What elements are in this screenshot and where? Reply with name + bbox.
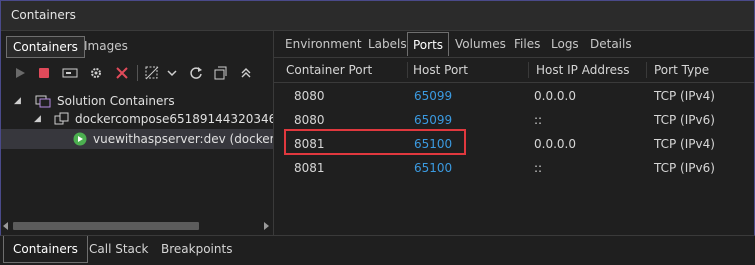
containers-toolbar (7, 62, 269, 84)
cell-port-type: TCP (IPv4) (654, 89, 715, 103)
header-host-ip-address[interactable]: Host IP Address (536, 58, 630, 82)
settings-cog-icon[interactable] (85, 62, 107, 84)
running-status-icon (73, 132, 87, 149)
cell-container-port: 8080 (294, 89, 325, 103)
left-pane: Containers Images ◢ Solution Containers … (1, 31, 274, 235)
stop-icon[interactable] (33, 62, 55, 84)
refresh-icon[interactable] (185, 62, 207, 84)
cell-host-port-link[interactable]: 65100 (414, 156, 452, 180)
scroll-left-arrow-icon[interactable] (3, 222, 8, 230)
tree-label-solution-containers: Solution Containers (57, 94, 175, 108)
tab-labels[interactable]: Labels (363, 32, 412, 56)
cell-port-type: TCP (IPv6) (654, 161, 715, 175)
cell-host-ip: :: (534, 113, 543, 127)
cell-container-port: 8081 (294, 161, 325, 175)
tab-details[interactable]: Details (585, 32, 637, 56)
start-icon[interactable] (9, 62, 31, 84)
tree-node-solution-containers[interactable]: ◢ Solution Containers (1, 91, 273, 111)
cell-host-port-link[interactable]: 65099 (414, 84, 452, 108)
bottom-tab-strip: Containers Call Stack Breakpoints (0, 236, 755, 265)
bottom-tab-breakpoints[interactable]: Breakpoints (152, 236, 241, 262)
expand-triangle-icon[interactable]: ◢ (14, 91, 21, 111)
table-row[interactable]: 8080 65099 0.0.0.0 TCP (IPv4) (274, 84, 754, 108)
chevron-down-icon[interactable] (161, 62, 183, 84)
terminal-icon[interactable] (59, 62, 81, 84)
compose-icon (54, 112, 70, 129)
scroll-right-arrow-icon[interactable] (264, 222, 269, 230)
tab-ports[interactable]: Ports (407, 32, 450, 56)
window-title-bar: Containers (1, 1, 754, 31)
filter-icon[interactable] (141, 62, 163, 84)
containers-tool-window: Containers Containers Images ◢ Solution … (0, 0, 755, 236)
tree-label-container: vuewithaspserver:dev (dockercom (93, 132, 273, 146)
tab-images[interactable]: Images (78, 36, 134, 56)
tree-node-dockercompose[interactable]: ◢ dockercompose651891443203468937 (1, 109, 273, 129)
cell-host-ip: :: (534, 161, 543, 175)
tree-node-container[interactable]: vuewithaspserver:dev (dockercom (1, 129, 273, 149)
window-title: Containers (11, 8, 76, 22)
tab-files[interactable]: Files (509, 32, 545, 56)
bottom-tab-call-stack[interactable]: Call Stack (80, 236, 157, 262)
bottom-tab-containers[interactable]: Containers (3, 236, 88, 263)
ports-table-header: Container Port Host Port Host IP Address… (274, 57, 754, 83)
scroll-thumb[interactable] (13, 222, 199, 230)
header-port-type[interactable]: Port Type (654, 58, 709, 82)
cell-port-type: TCP (IPv6) (654, 113, 715, 127)
expand-triangle-icon[interactable]: ◢ (34, 109, 41, 129)
tab-containers[interactable]: Containers (6, 36, 85, 58)
header-container-port[interactable]: Container Port (286, 58, 372, 82)
header-host-port[interactable]: Host Port (413, 58, 468, 82)
tab-logs[interactable]: Logs (546, 32, 584, 56)
delete-icon[interactable] (111, 62, 133, 84)
horizontal-scrollbar[interactable] (1, 219, 273, 233)
tab-environment[interactable]: Environment (280, 32, 367, 56)
highlight-box (284, 129, 466, 155)
cell-port-type: TCP (IPv4) (654, 137, 715, 151)
tab-volumes[interactable]: Volumes (450, 32, 511, 56)
tree-label-dockercompose: dockercompose651891443203468937 (75, 112, 273, 126)
cell-host-ip: 0.0.0.0 (534, 89, 576, 103)
table-row[interactable]: 8081 65100 :: TCP (IPv6) (274, 156, 754, 180)
cell-host-ip: 0.0.0.0 (534, 137, 576, 151)
copy-files-icon[interactable] (209, 62, 231, 84)
collapse-up-icon[interactable] (235, 62, 257, 84)
